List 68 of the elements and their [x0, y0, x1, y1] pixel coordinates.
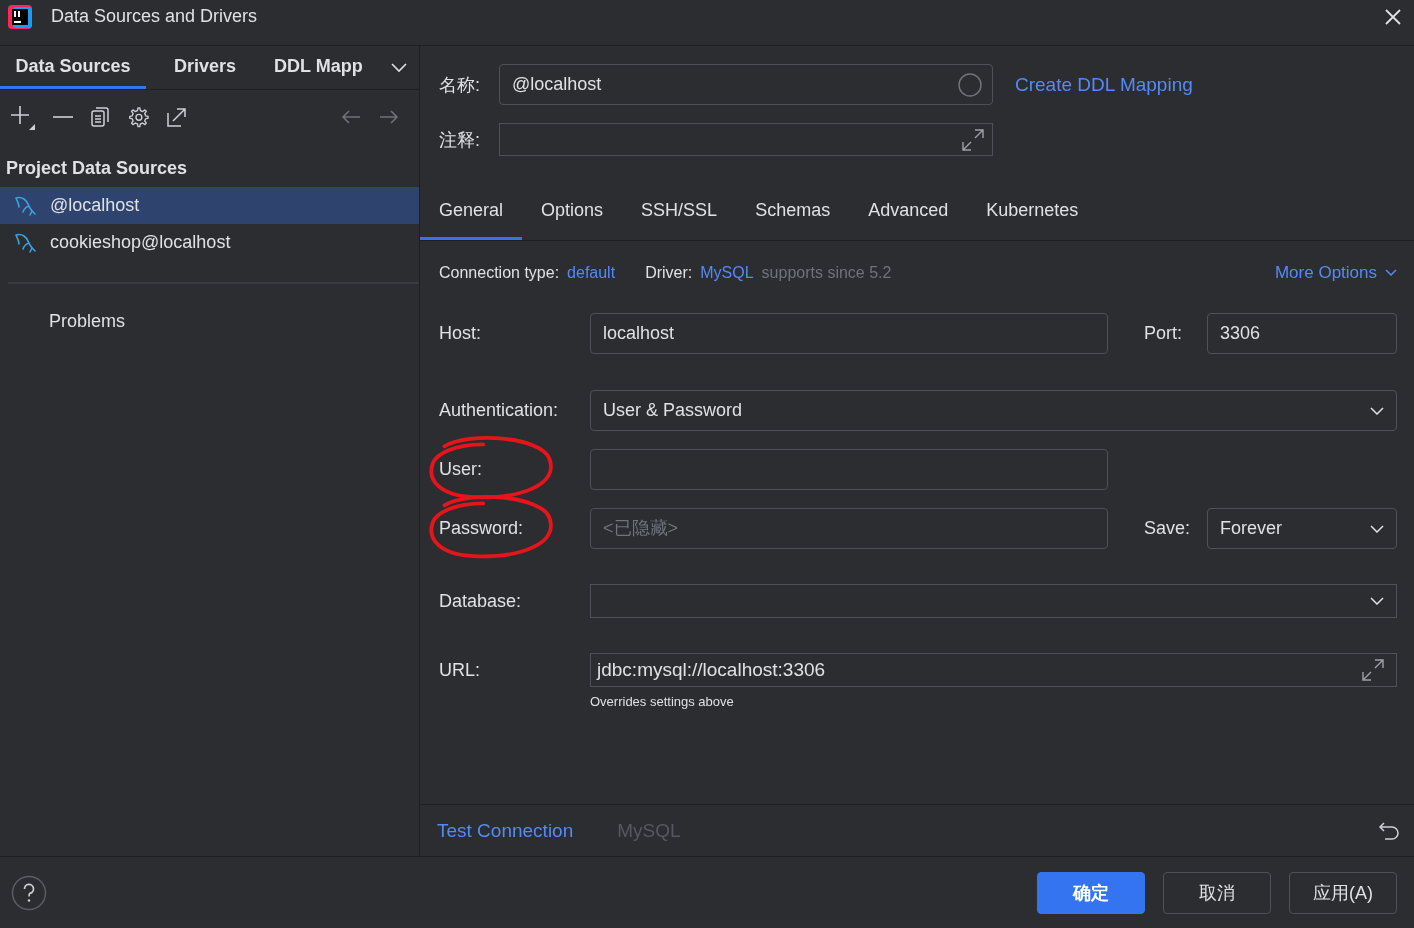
data-source-item[interactable]: cookieshop@localhost [0, 224, 419, 261]
data-source-name: @localhost [50, 195, 140, 216]
settings-tab[interactable]: Options [522, 184, 623, 240]
test-connection-link[interactable]: Test Connection [437, 819, 574, 842]
user-field[interactable] [590, 449, 1108, 490]
help-icon[interactable] [11, 874, 47, 911]
url-label: URL: [439, 659, 481, 681]
chevron-down-icon [1385, 269, 1397, 277]
sidebar-tab[interactable]: Data Sources [0, 46, 146, 89]
connection-type-link[interactable]: default [567, 264, 616, 282]
name-field[interactable]: @localhost [499, 64, 993, 105]
settings-icon[interactable] [127, 106, 149, 128]
save-dropdown[interactable]: Forever [1207, 508, 1397, 549]
url-hint: Overrides settings above [590, 694, 735, 709]
expand-icon[interactable] [1362, 659, 1384, 681]
comment-label: 注释: [439, 128, 481, 152]
dialog-button[interactable]: 取消 [1163, 871, 1271, 914]
chevron-down-icon [1370, 406, 1384, 415]
driver-link[interactable]: MySQL [700, 264, 754, 282]
port-label: Port: [1144, 323, 1183, 344]
dolphin-icon [14, 231, 36, 254]
dialog-button[interactable]: 确定 [1037, 871, 1145, 914]
host-field[interactable]: localhost [590, 313, 1108, 354]
forward-arrow-icon[interactable] [379, 110, 399, 124]
problems-item[interactable]: Problems [0, 311, 419, 332]
copy-icon[interactable] [91, 107, 109, 127]
remove-icon[interactable] [53, 115, 73, 119]
connection-type-label: Connection type: [439, 264, 560, 282]
app-logo-icon [7, 3, 33, 30]
sidebar-tab[interactable]: DDL Mapp [264, 46, 373, 89]
save-label: Save: [1144, 518, 1192, 539]
name-label: 名称: [439, 73, 481, 97]
user-label: User: [439, 459, 482, 479]
dialog-button[interactable]: 应用(A) [1289, 871, 1397, 914]
close-icon[interactable] [1384, 7, 1402, 26]
comment-field[interactable] [499, 123, 993, 156]
dolphin-icon [14, 194, 36, 217]
authentication-label: Authentication: [439, 400, 560, 421]
password-label: Password: [439, 518, 524, 538]
section-title: Project Data Sources [5, 157, 189, 180]
data-source-name: cookieshop@localhost [50, 232, 231, 253]
settings-tab[interactable]: Schemas [736, 184, 850, 240]
export-icon[interactable] [167, 107, 187, 127]
database-label: Database: [439, 590, 523, 612]
settings-tab[interactable]: Kubernetes [967, 184, 1098, 240]
settings-tab[interactable]: Advanced [849, 184, 968, 240]
port-field[interactable]: 3306 [1207, 313, 1397, 354]
more-options-link[interactable]: More Options [1274, 263, 1397, 283]
add-icon[interactable] [9, 104, 35, 130]
authentication-dropdown[interactable]: User & Password [590, 390, 1397, 431]
undo-icon[interactable] [1378, 820, 1400, 841]
settings-tab[interactable]: General [420, 184, 523, 240]
back-arrow-icon[interactable] [341, 110, 361, 124]
chevron-down-icon [1370, 597, 1384, 605]
driver-note: supports since 5.2 [761, 264, 892, 282]
color-circle-icon[interactable] [958, 72, 982, 97]
settings-tab[interactable]: SSH/SSL [622, 184, 737, 240]
chevron-down-icon[interactable] [390, 62, 407, 73]
create-ddl-mapping-link[interactable]: Create DDL Mapping [1015, 73, 1193, 96]
driver-label: Driver: [645, 264, 693, 282]
chevron-down-icon [1370, 524, 1384, 533]
data-source-item[interactable]: @localhost [0, 187, 419, 224]
host-label: Host: [439, 323, 482, 344]
url-field[interactable]: jdbc:mysql://localhost:3306 [590, 653, 1397, 687]
window-title: Data Sources and Drivers [51, 6, 258, 27]
password-field[interactable]: <已隐藏> [590, 508, 1108, 549]
sidebar-tab[interactable]: Drivers [164, 46, 247, 89]
expand-icon[interactable] [962, 128, 984, 151]
